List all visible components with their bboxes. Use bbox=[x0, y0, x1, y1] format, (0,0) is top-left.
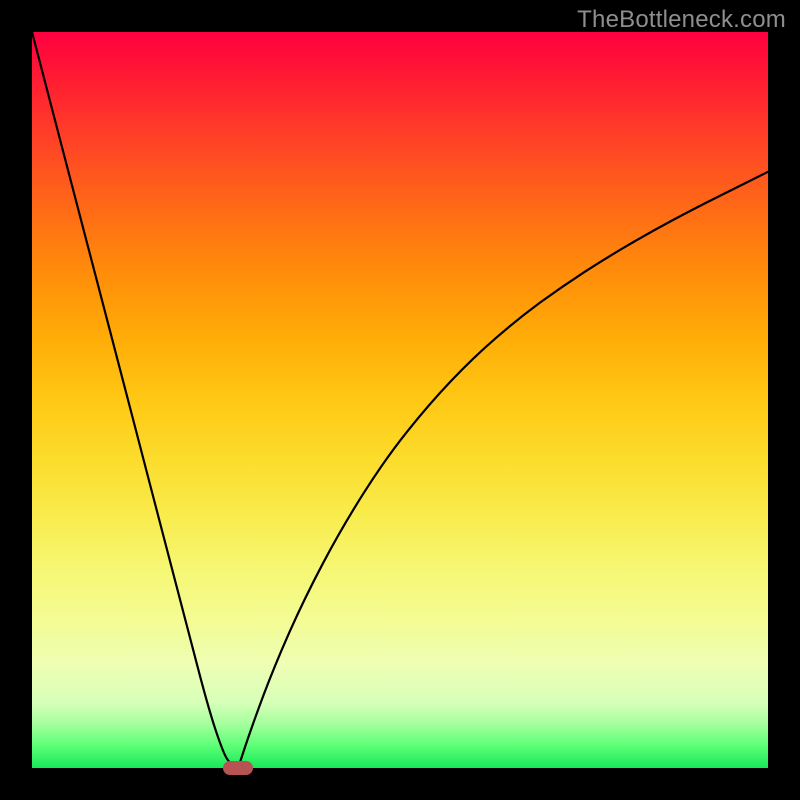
minimum-marker bbox=[223, 761, 252, 774]
bottleneck-curve bbox=[32, 32, 768, 768]
watermark-text: TheBottleneck.com bbox=[577, 6, 786, 34]
chart-frame: TheBottleneck.com bbox=[0, 0, 800, 800]
plot-area bbox=[32, 32, 768, 768]
